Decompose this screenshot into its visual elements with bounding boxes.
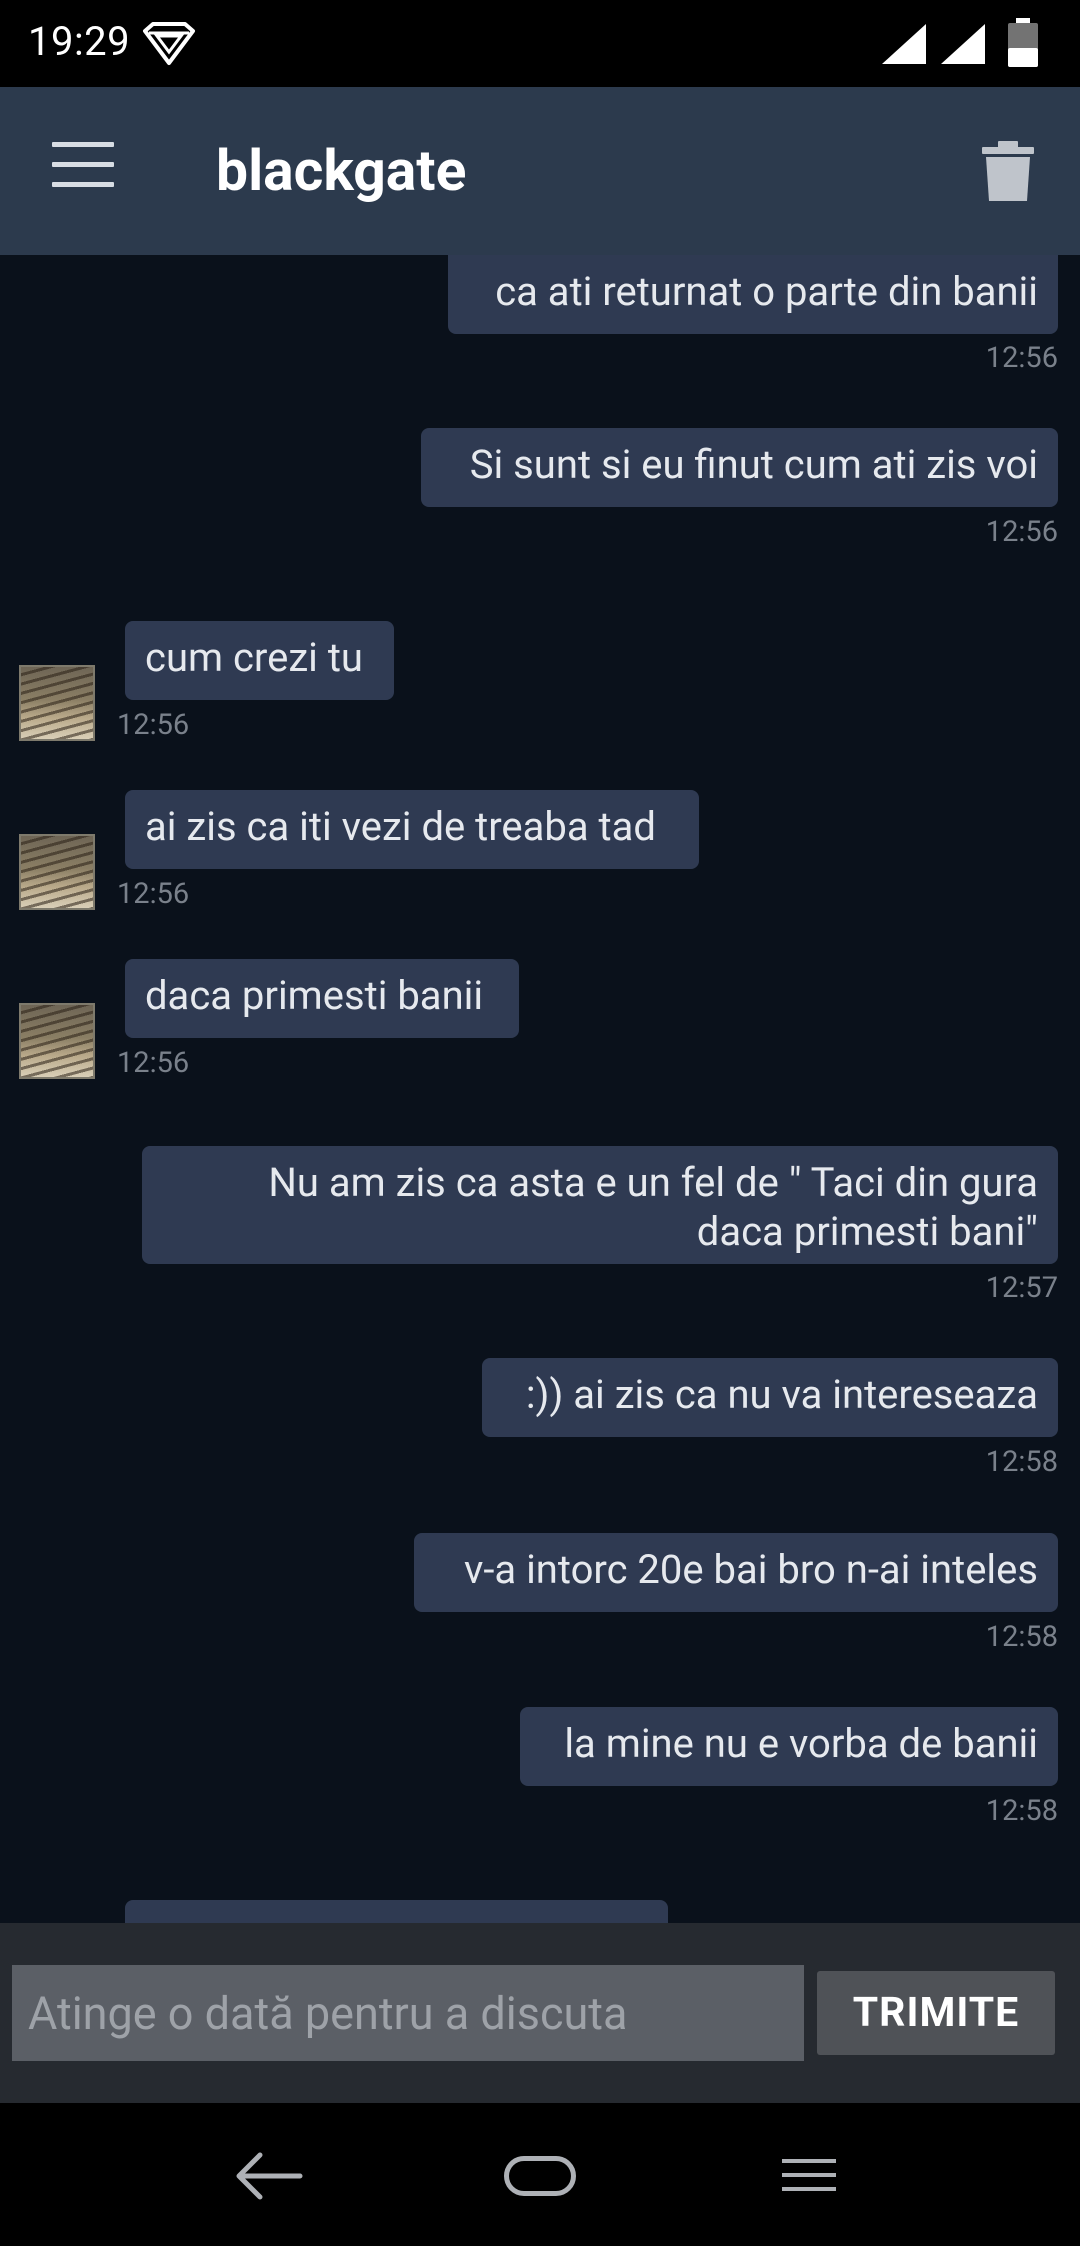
- status-time: 19:29: [28, 18, 131, 65]
- system-navigation-bar: [0, 2103, 1080, 2246]
- message-time: 12:58: [985, 1794, 1058, 1828]
- contact-avatar[interactable]: [19, 665, 95, 741]
- message-bubble-outgoing: la mine nu e vorba de banii: [520, 1707, 1058, 1786]
- message-input[interactable]: [12, 1965, 804, 2061]
- contact-avatar[interactable]: [19, 834, 95, 910]
- signal-sim2-icon: [941, 24, 985, 64]
- message-bubble-outgoing: ca ati returnat o parte din banii: [448, 255, 1058, 334]
- signal-sim1-icon: [882, 24, 926, 64]
- message-text-line: daca primesti bani": [696, 1208, 1038, 1255]
- message-text: ai zis ca iti vezi de treaba tad: [145, 803, 656, 850]
- menu-icon[interactable]: [52, 142, 114, 200]
- message-time: 12:56: [117, 1046, 190, 1080]
- message-bubble-outgoing: v-a intorc 20e bai bro n-ai inteles: [414, 1533, 1058, 1612]
- message-time: 12:57: [985, 1271, 1058, 1305]
- message-bubble-incoming: cum crezi tu: [125, 621, 394, 700]
- back-icon[interactable]: [234, 2151, 304, 2201]
- status-bar: 19:29: [0, 0, 1080, 87]
- recent-apps-icon[interactable]: [780, 2157, 838, 2193]
- app-bar: blackgate: [0, 87, 1080, 255]
- message-text: v-a intorc 20e bai bro n-ai inteles: [463, 1546, 1038, 1593]
- message-time: 12:56: [117, 877, 190, 911]
- home-icon[interactable]: [504, 2156, 576, 2196]
- chat-messages[interactable]: ca ati returnat o parte din banii 12:56 …: [0, 255, 1080, 1923]
- trash-icon[interactable]: [980, 141, 1036, 203]
- message-time: 12:58: [985, 1620, 1058, 1654]
- message-bubble-outgoing: Si sunt si eu finut cum ati zis voi: [421, 428, 1058, 507]
- send-button[interactable]: TRIMITE: [817, 1971, 1055, 2055]
- message-text: la mine nu e vorba de banii: [564, 1720, 1038, 1767]
- message-time: 12:56: [117, 708, 190, 742]
- message-text: :)) ai zis ca nu va intereseaza: [525, 1371, 1038, 1418]
- message-text: ca ati returnat o parte din banii: [495, 268, 1038, 315]
- message-text-line: Nu am zis ca asta e un fel de " Taci din…: [268, 1159, 1038, 1206]
- message-bubble-incoming-partial: [125, 1900, 668, 1923]
- message-bubble-incoming: daca primesti banii: [125, 959, 519, 1038]
- contact-avatar[interactable]: [19, 1003, 95, 1079]
- message-composer: TRIMITE: [0, 1923, 1080, 2103]
- message-text: cum crezi tu: [145, 634, 363, 681]
- message-bubble-incoming: ai zis ca iti vezi de treaba tad: [125, 790, 699, 869]
- message-time: 12:56: [985, 515, 1058, 549]
- chat-title: blackgate: [216, 137, 467, 204]
- battery-icon: [1008, 18, 1038, 67]
- message-bubble-outgoing: :)) ai zis ca nu va intereseaza: [482, 1358, 1058, 1437]
- message-time: 12:58: [985, 1445, 1058, 1479]
- message-bubble-outgoing: Nu am zis ca asta e un fel de " Taci din…: [142, 1146, 1058, 1264]
- data-saver-icon: [143, 22, 195, 65]
- message-time: 12:56: [985, 341, 1058, 375]
- message-text: daca primesti banii: [145, 972, 484, 1019]
- message-text: Si sunt si eu finut cum ati zis voi: [469, 441, 1038, 488]
